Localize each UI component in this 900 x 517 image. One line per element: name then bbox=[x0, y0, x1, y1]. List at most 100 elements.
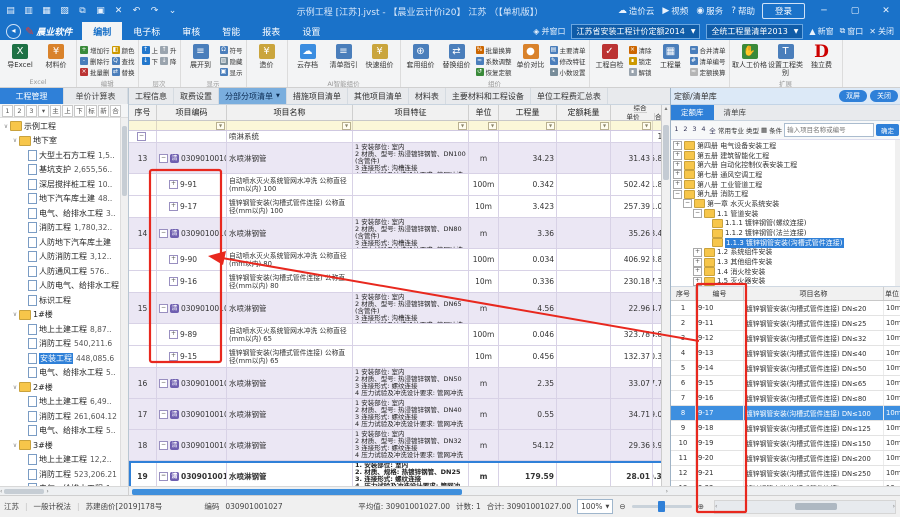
library-row[interactable]: 89-17镀锌钢管安装(沟槽式管件连接) DN≤10010m bbox=[671, 406, 900, 421]
boq-row[interactable]: 19−清030901001027水喷淋钢管1. 安装部位: 室内2. 材质、规格… bbox=[129, 461, 670, 486]
boq-row[interactable]: 16−清030901001024水喷淋钢管1 安装部位: 室内2 材质、型号: … bbox=[129, 368, 670, 399]
window-action-关闭[interactable]: ✕关闭 bbox=[869, 26, 894, 37]
tree-expand-icon[interactable]: + bbox=[693, 258, 702, 267]
library-search-input[interactable] bbox=[784, 123, 874, 137]
expand-icon[interactable]: + bbox=[169, 202, 178, 211]
window-action-窗口[interactable]: ⧉窗口 bbox=[840, 26, 864, 37]
common-majors-button[interactable]: 常用专业 bbox=[718, 125, 744, 135]
scrollbar-thumb[interactable] bbox=[122, 126, 127, 196]
toolbar-button-工程量[interactable]: ▦工程量 bbox=[653, 42, 689, 69]
filter-icon[interactable]: ▼ bbox=[342, 122, 351, 130]
library-tree-item[interactable]: +第七册 通风空调工程 bbox=[671, 170, 900, 180]
project-tree-item[interactable]: 地上土建工程6,49.. bbox=[0, 395, 128, 410]
cut-icon[interactable]: ✕ bbox=[111, 4, 126, 18]
type-button[interactable]: 类型 bbox=[746, 125, 759, 135]
expand-icon[interactable]: − bbox=[159, 379, 168, 388]
back-icon[interactable]: ◂ bbox=[6, 24, 21, 39]
quota-standard-select[interactable]: 江苏省安装工程计价定额2014▼ bbox=[571, 24, 700, 39]
tree-expand-icon[interactable]: + bbox=[693, 277, 702, 286]
sidebar-tool-1[interactable]: 1 bbox=[2, 105, 13, 117]
filter-icon[interactable]: ▼ bbox=[546, 122, 555, 130]
toolbar-button-导Excel[interactable]: X导Excel bbox=[2, 42, 38, 69]
redo-icon[interactable]: ↷ bbox=[147, 4, 162, 18]
library-row[interactable]: 109-19镀锌钢管安装(沟槽式管件连接) DN≤15010m bbox=[671, 436, 900, 451]
toolbar-button-上[interactable]: ↑上 bbox=[142, 45, 159, 54]
expand-icon[interactable]: − bbox=[159, 154, 168, 163]
expand-icon[interactable]: − bbox=[159, 441, 168, 450]
filter-icon[interactable]: ▼ bbox=[216, 122, 225, 130]
library-row[interactable]: 99-18镀锌钢管安装(沟槽式管件连接) DN≤12510m bbox=[671, 421, 900, 436]
造价云-link[interactable]: ☁造价云 bbox=[618, 5, 655, 17]
project-tree-item[interactable]: ∨2#楼 bbox=[0, 380, 128, 395]
filter-icon[interactable]: ▼ bbox=[488, 122, 497, 130]
close-button[interactable]: ✕ bbox=[874, 6, 898, 16]
toolbar-button-展开到[interactable]: ≡展开到 bbox=[183, 42, 219, 69]
library-tree-item[interactable]: 1.1.3 镀锌钢管安装(沟槽式管件连接) bbox=[671, 238, 900, 248]
quota-row[interactable]: +9-89自动喷水灭火系统管网水冲洗 公称直径(mm以内) 65100m0.04… bbox=[129, 324, 670, 346]
zoom-out-icon[interactable]: ⊖ bbox=[619, 502, 625, 511]
copy-icon[interactable]: ⧉ bbox=[75, 4, 90, 18]
sidebar-tab-工程管理[interactable]: 工程管理 bbox=[0, 88, 64, 104]
tree-expand-icon[interactable]: + bbox=[693, 267, 702, 276]
project-tree-item[interactable]: 消防工程261,604.12 bbox=[0, 409, 128, 424]
project-tree-item[interactable]: 地下汽车库土建48.. bbox=[0, 192, 128, 207]
library-row[interactable]: 39-12镀锌钢管安装(沟槽式管件连接) DN≤3210m bbox=[671, 331, 900, 346]
boq-row[interactable]: 17−清030901001025水喷淋钢管1 安装部位: 室内2 材质、型号: … bbox=[129, 399, 670, 430]
section-row[interactable]: −喷淋系统14 bbox=[129, 131, 670, 143]
library-row[interactable]: 69-15镀锌钢管安装(沟槽式管件连接) DN≤6510m bbox=[671, 376, 900, 391]
library-row[interactable]: 49-13镀锌钢管安装(沟槽式管件连接) DN≤4010m bbox=[671, 346, 900, 361]
library-tree-item[interactable]: +1.3 其他组件安装 bbox=[671, 257, 900, 267]
tree-expand-icon[interactable]: + bbox=[673, 170, 682, 179]
quota-row[interactable]: +9-90自动喷水灭火系统管网水冲洗 公称直径(mm以内) 80100m0.03… bbox=[129, 249, 670, 271]
level-button-2[interactable]: 2 bbox=[682, 125, 689, 135]
toolbar-button-主要清单[interactable]: ▤主要清单 bbox=[550, 45, 586, 54]
library-tree-scrollbar[interactable] bbox=[895, 140, 900, 286]
scroll-right-icon[interactable]: › bbox=[666, 488, 670, 495]
sidebar-tool-3[interactable]: 3 bbox=[26, 105, 37, 117]
project-tree-item[interactable]: 电气、给排水工程5.. bbox=[0, 366, 128, 381]
library-tree-item[interactable]: −1.1 管道安装 bbox=[671, 209, 900, 219]
toolbar-button-下[interactable]: ↓下 bbox=[142, 56, 159, 65]
toolbar-button-降[interactable]: ↓降 bbox=[160, 56, 177, 65]
library-tab-定额库[interactable]: 定额库 bbox=[671, 105, 714, 120]
toolbar-button-增加行[interactable]: +增加行 bbox=[80, 45, 110, 54]
tab-措施项目清单[interactable]: 措施项目清单 bbox=[287, 88, 348, 104]
toolbar-button-批量删[interactable]: ×批量删 bbox=[80, 67, 110, 76]
filter-icon[interactable]: ▼ bbox=[642, 122, 651, 130]
level-button-1[interactable]: 1 bbox=[673, 125, 680, 135]
project-tree-item[interactable]: 地上土建工程8,87.. bbox=[0, 322, 128, 337]
library-tree-item[interactable]: 1.1.2 镀锌钢管(法兰连接) bbox=[671, 228, 900, 238]
library-row[interactable]: 59-14镀锌钢管安装(沟槽式管件连接) DN≤5010m bbox=[671, 361, 900, 376]
project-tree-item[interactable]: ∨3#楼 bbox=[0, 438, 128, 453]
toolbar-button-清单编号[interactable]: #清单编号 bbox=[690, 56, 726, 65]
toolbar-button-设置工程类别[interactable]: T设置工程类别 bbox=[768, 42, 804, 77]
ribbon-tab-智能[interactable]: 智能 bbox=[211, 22, 251, 40]
project-tree-item[interactable]: 人防地下汽车库土建 bbox=[0, 235, 128, 250]
tree-expand-icon[interactable]: − bbox=[673, 190, 682, 199]
toolbar-button-隐藏[interactable]: ▨隐藏 bbox=[220, 56, 243, 65]
level-button-4[interactable]: 4 bbox=[700, 125, 707, 135]
expand-icon[interactable]: − bbox=[159, 472, 168, 481]
tab-材料表[interactable]: 材料表 bbox=[409, 88, 446, 104]
project-tree-item[interactable]: 基坑支护2,655,56.. bbox=[0, 163, 128, 178]
project-tree-item[interactable]: 安装工程448,085.6 bbox=[0, 351, 128, 366]
视频-link[interactable]: ▶视频 bbox=[662, 5, 688, 17]
library-tab-清单库[interactable]: 清单库 bbox=[714, 105, 757, 120]
toolbar-button-云存档[interactable]: ☁云存档 bbox=[290, 42, 326, 69]
boq-row[interactable]: 18−清030901001026水喷淋钢管1 安装部位: 室内2 材质、型号: … bbox=[129, 430, 670, 461]
project-tree-item[interactable]: 人防电气、给排水工程 bbox=[0, 279, 128, 294]
expand-icon[interactable]: − bbox=[159, 304, 168, 313]
library-row[interactable]: 129-21镀锌钢管安装(沟槽式管件连接) DN≤25010m bbox=[671, 466, 900, 481]
toolbar-button-显示[interactable]: ▣显示 bbox=[220, 67, 243, 76]
library-tree-item[interactable]: −第九册 消防工程 bbox=[671, 189, 900, 199]
tree-expand-icon[interactable]: − bbox=[683, 199, 692, 208]
toolbar-button-批量换算[interactable]: %批量换算 bbox=[476, 45, 512, 54]
toolbar-button-清单指引[interactable]: ≡清单指引 bbox=[326, 42, 362, 69]
library-tree-item[interactable]: +第八册 工业管道工程 bbox=[671, 180, 900, 190]
library-tree-item[interactable]: +1.4 消火栓安装 bbox=[671, 267, 900, 277]
expand-icon[interactable]: − bbox=[159, 229, 168, 238]
服务-link[interactable]: ◉服务 bbox=[696, 5, 723, 17]
scroll-right-icon[interactable]: › bbox=[893, 503, 895, 510]
toolbar-button-单价对比[interactable]: ●单价对比 bbox=[513, 42, 549, 69]
toolbar-button-清除[interactable]: ×清除 bbox=[629, 45, 652, 54]
